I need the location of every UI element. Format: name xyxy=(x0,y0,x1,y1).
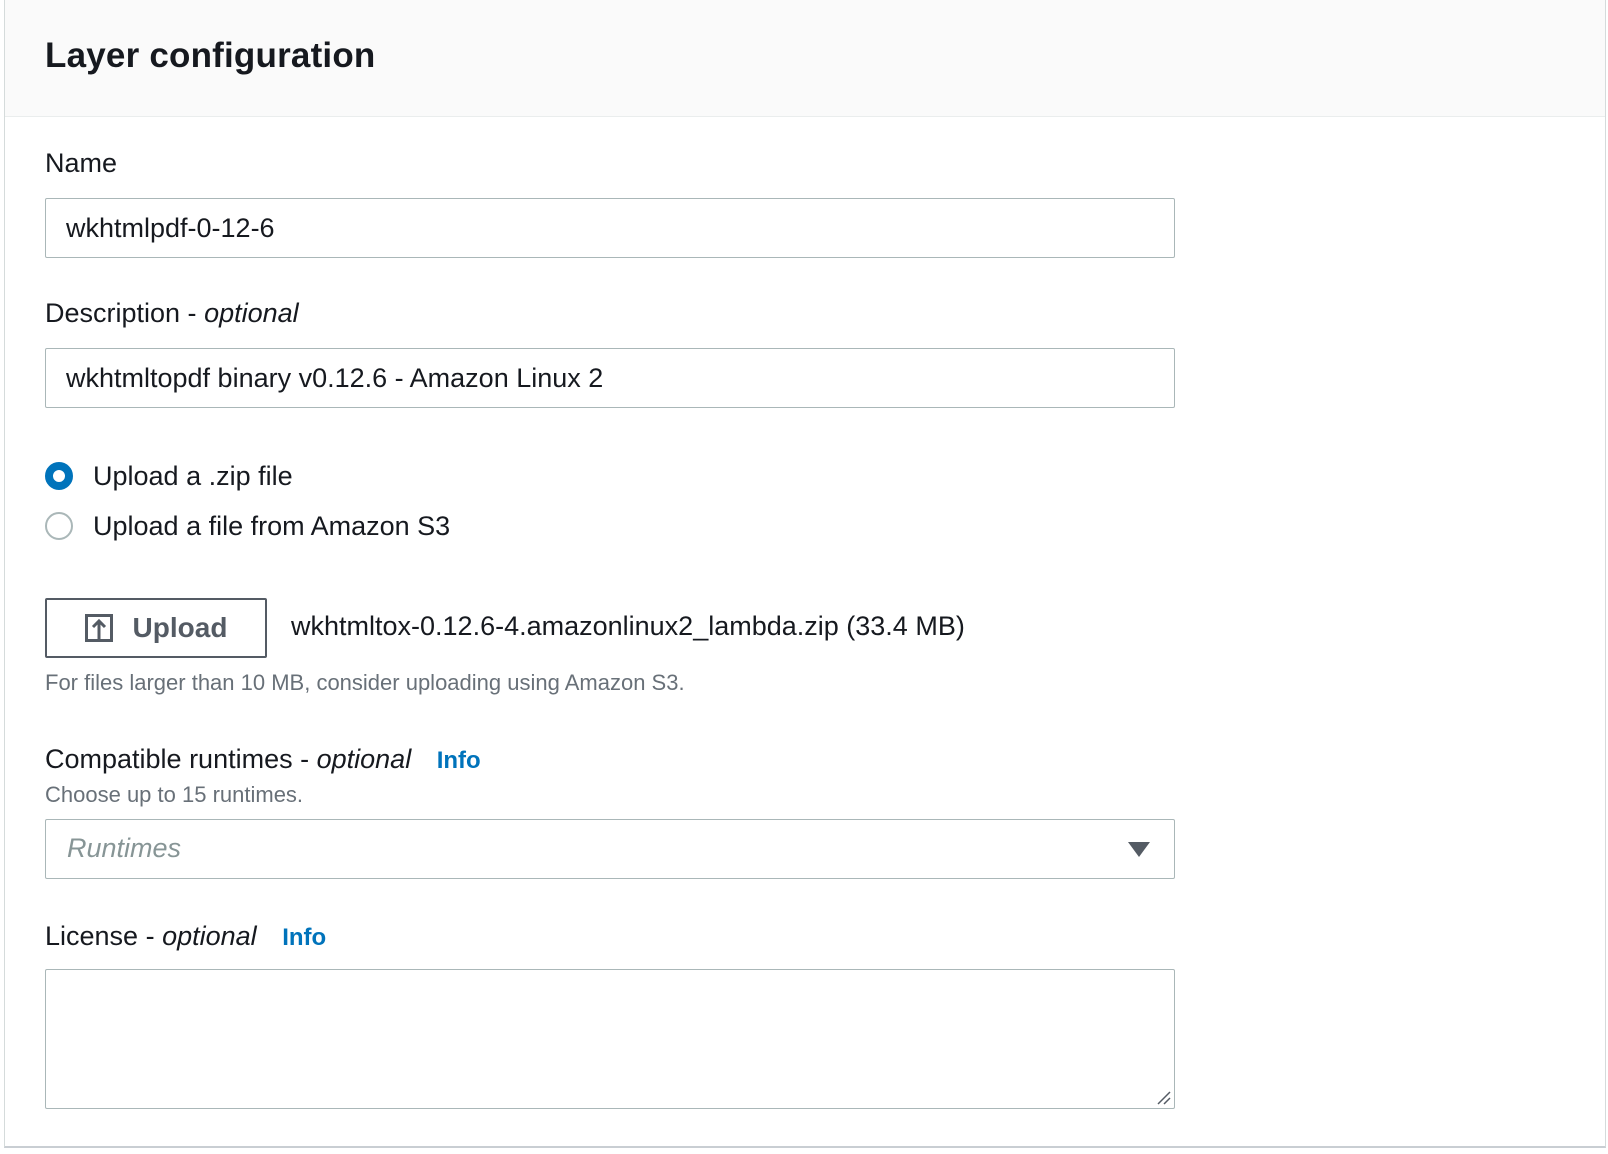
radio-button-unchecked[interactable] xyxy=(45,512,73,540)
license-textarea[interactable] xyxy=(45,969,1175,1109)
runtimes-label: Compatible runtimes - optional Info xyxy=(45,744,481,775)
radio-upload-s3[interactable]: Upload a file from Amazon S3 xyxy=(45,510,450,542)
upload-hint: For files larger than 10 MB, consider up… xyxy=(45,670,685,695)
upload-button-label: Upload xyxy=(132,612,228,643)
description-label-text: Description - xyxy=(45,298,197,328)
runtimes-optional-text: optional xyxy=(316,744,412,774)
radio-label: Upload a file from Amazon S3 xyxy=(93,510,451,541)
runtimes-select[interactable]: Runtimes xyxy=(45,819,1175,879)
panel-header: Layer configuration xyxy=(5,0,1605,117)
license-info-link[interactable]: Info xyxy=(282,924,326,951)
description-optional-text: optional xyxy=(204,298,299,328)
description-label: Description - optional xyxy=(45,298,299,329)
layer-configuration-panel: Layer configuration Name Description - o… xyxy=(4,0,1606,1148)
runtimes-info-link[interactable]: Info xyxy=(437,747,481,774)
radio-upload-zip[interactable]: Upload a .zip file xyxy=(45,460,293,492)
name-label: Name xyxy=(45,148,118,178)
resize-handle-icon[interactable] xyxy=(1155,1089,1171,1105)
description-input[interactable] xyxy=(45,348,1175,408)
license-label-text: License - xyxy=(45,921,155,951)
runtimes-label-text: Compatible runtimes - xyxy=(45,744,310,774)
name-input[interactable] xyxy=(45,198,1175,258)
upload-button[interactable]: Upload xyxy=(45,598,267,658)
license-label: License - optional Info xyxy=(45,921,326,952)
caret-down-icon xyxy=(1128,842,1150,857)
panel-title: Layer configuration xyxy=(45,36,376,75)
uploaded-file-name: wkhtmltox-0.12.6-4.amazonlinux2_lambda.z… xyxy=(291,611,965,641)
radio-label: Upload a .zip file xyxy=(93,460,293,491)
radio-button-checked[interactable] xyxy=(45,462,73,490)
license-optional-text: optional xyxy=(162,921,257,951)
upload-icon xyxy=(84,614,113,642)
runtimes-placeholder: Runtimes xyxy=(67,833,182,863)
runtimes-hint: Choose up to 15 runtimes. xyxy=(45,782,304,807)
